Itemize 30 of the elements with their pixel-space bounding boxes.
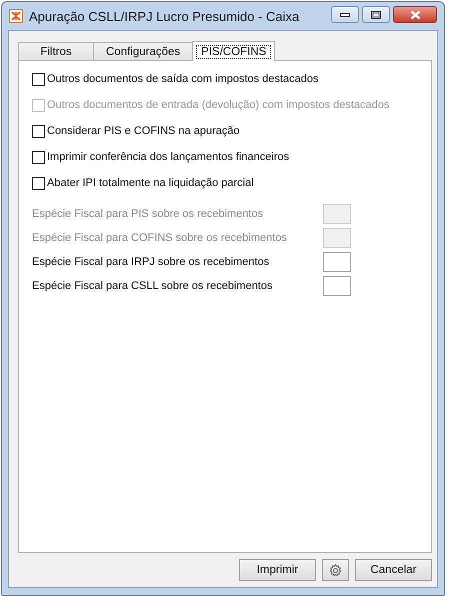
app-icon <box>9 9 23 23</box>
close-button[interactable] <box>393 6 437 23</box>
maximize-icon <box>371 10 381 18</box>
maximize-button[interactable] <box>362 6 390 23</box>
minimize-icon <box>340 12 350 16</box>
settings-button[interactable] <box>322 559 349 581</box>
checkbox-label: Outros documentos de saída com impostos destacados <box>47 73 318 85</box>
dialog-button[interactable]: Imprimir <box>239 559 316 581</box>
minimize-button[interactable] <box>331 6 359 23</box>
tab[interactable]: Configurações <box>93 42 194 60</box>
field-label: Espécie Fiscal para CSLL sobre os recebimentos <box>32 280 272 292</box>
input-field[interactable] <box>323 276 351 296</box>
window-title: Apuração CSLL/IRPJ Lucro Presumido - Caixa <box>29 8 300 24</box>
field-label: Espécie Fiscal para PIS sobre os recebimentos <box>32 208 264 220</box>
checkbox[interactable] <box>32 150 45 164</box>
checkbox[interactable] <box>32 72 45 86</box>
field-label: Espécie Fiscal para IRPJ sobre os recebimentos <box>32 256 270 268</box>
checkbox-label: Considerar PIS e COFINS na apuração <box>47 125 240 137</box>
gear-icon <box>329 564 342 576</box>
tab[interactable]: Filtros <box>18 42 94 60</box>
dialog-button[interactable]: Cancelar <box>355 559 432 581</box>
checkbox[interactable] <box>32 124 45 138</box>
tab[interactable]: PIS/COFINS <box>192 41 276 61</box>
field-label: Espécie Fiscal para COFINS sobre os recebimentos <box>32 232 287 244</box>
close-icon <box>410 10 420 20</box>
input-field[interactable] <box>323 252 351 272</box>
checkbox-label: Imprimir conferência dos lançamentos financeiros <box>47 151 290 163</box>
checkbox[interactable] <box>32 176 45 190</box>
checkbox-label: Outros documentos de entrada (devolução) com impostos destacados <box>47 99 390 111</box>
checkbox-label: Abater IPI totalmente na liquidação parcial <box>47 177 254 189</box>
